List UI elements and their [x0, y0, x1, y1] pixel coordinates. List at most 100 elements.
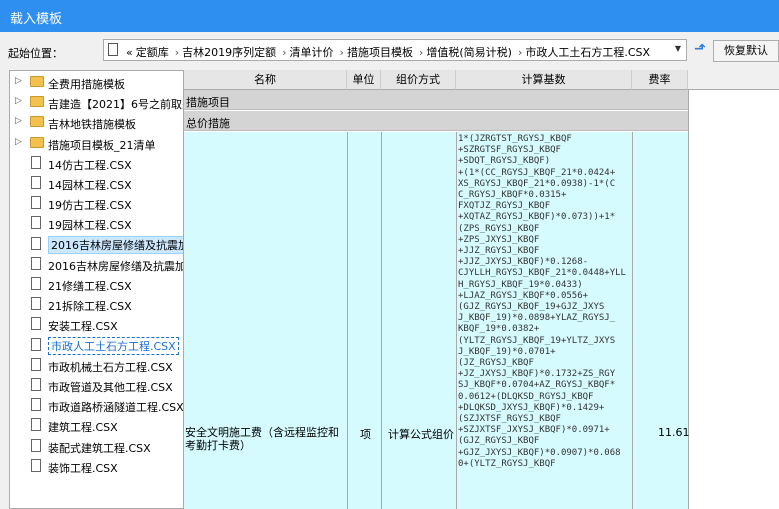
file-icon — [31, 196, 41, 210]
file-icon — [31, 398, 41, 412]
file-icon — [31, 458, 41, 472]
section-label: 措施项目 — [186, 96, 230, 109]
col-header-unit[interactable]: 单位 — [347, 70, 381, 90]
tree-folder[interactable]: ▷ 吉林地铁措施模板 — [10, 113, 183, 132]
section-label: 总价措施 — [186, 117, 230, 130]
file-icon — [31, 256, 41, 270]
path-bar: 起始位置： «定额库 › 吉林2019序列定额 › 清单计价 › 措施项目模板 › 增值税(简易… — [0, 32, 779, 70]
title-bar: 载入模板 — [0, 0, 779, 32]
expand-arrow-icon[interactable]: ▷ — [15, 76, 22, 86]
expand-arrow-icon[interactable]: ▷ — [15, 137, 22, 147]
tree-item-label: 19仿古工程.CSX — [48, 199, 132, 213]
tree-item-label: 市政机械土石方工程.CSX — [48, 360, 173, 374]
tree-file[interactable]: 2016吉林房屋修缮及抗震加固 — [10, 235, 183, 254]
item-name-cell[interactable]: 安全文明施工费（含远程监控和考勤打卡费） — [185, 426, 345, 452]
rate-cell[interactable]: 11.61 — [658, 426, 690, 439]
tree-file[interactable]: 装饰工程.CSX — [10, 457, 183, 475]
tree-file[interactable]: 19仿古工程.CSX — [10, 194, 183, 213]
expand-arrow-icon[interactable]: ▷ — [15, 116, 22, 126]
table-row[interactable]: 总价措施 — [184, 111, 688, 131]
chevron-down-icon[interactable]: ▼ — [675, 44, 681, 53]
tree-folder[interactable]: ▷ 全费用措施模板 — [10, 73, 183, 91]
file-icon — [31, 357, 41, 371]
tree-item-label: 19园林工程.CSX — [48, 219, 132, 233]
folder-icon — [30, 116, 44, 128]
formula-cell[interactable]: 1*(JZRGTST_RGYSJ_KBQF +SZRGTSF_RGYSJ_KBQ… — [458, 134, 638, 509]
tree-file[interactable]: 市政管道及其他工程.CSX — [10, 376, 183, 394]
tree-file[interactable]: 建筑工程.CSX — [10, 416, 183, 435]
tree-item-label: 14仿古工程.CSX — [48, 158, 132, 172]
breadcrumb-overflow[interactable]: « — [126, 46, 133, 59]
restore-default-button[interactable]: 恢复默认 — [713, 40, 779, 62]
table-row[interactable]: 措施项目 — [184, 90, 688, 110]
breadcrumb-item[interactable]: 清单计价 — [290, 46, 334, 59]
unit-cell[interactable]: 项 — [360, 426, 371, 442]
window-title: 载入模板 — [10, 12, 63, 27]
tree-item-label: 市政人工土石方工程.CSX — [48, 336, 179, 355]
tree-item-label: 装饰工程.CSX — [48, 461, 118, 475]
tree-item-label: 21修缮工程.CSX — [48, 280, 132, 293]
tree-folder[interactable]: ▷ 措施项目模板_21清单 — [10, 134, 183, 152]
tree-item-label: 装配式建筑工程.CSX — [48, 441, 151, 455]
tree-item-label: 安装工程.CSX — [48, 320, 118, 334]
tree-file[interactable]: 2016吉林房屋修缮及抗震加固 — [10, 255, 183, 273]
tree-file[interactable]: 安装工程.CSX — [10, 315, 183, 334]
tree-item-label: 全费用措施模板 — [48, 78, 125, 91]
col-header-rate[interactable]: 费率 — [632, 70, 688, 90]
breadcrumb-item[interactable]: 市政人工土石方工程.CSX — [525, 46, 650, 59]
tree-file[interactable]: 14仿古工程.CSX — [10, 154, 183, 172]
tree-item-label: 21拆除工程.CSX — [48, 300, 132, 314]
tree-file[interactable]: 21拆除工程.CSX — [10, 295, 183, 314]
breadcrumb-item[interactable]: 吉林2019序列定额 — [182, 46, 276, 59]
breadcrumb-separator: › — [517, 46, 523, 59]
tree-file[interactable]: 装配式建筑工程.CSX — [10, 437, 183, 455]
tree-item-label: 市政管道及其他工程.CSX — [48, 381, 173, 394]
file-icon — [31, 277, 41, 290]
file-icon — [31, 438, 41, 452]
header-filler — [688, 70, 779, 90]
breadcrumb-item[interactable]: 措施项目模板 — [347, 46, 413, 59]
expand-arrow-icon[interactable]: ▷ — [15, 96, 22, 106]
breadcrumb-separator: › — [174, 46, 180, 59]
file-icon — [31, 337, 41, 351]
file-icon — [31, 378, 41, 391]
breadcrumb-item[interactable]: 增值税(简易计税) — [426, 46, 512, 59]
folder-icon — [30, 76, 44, 87]
col-header-base[interactable]: 计算基数 — [456, 70, 632, 90]
file-icon — [31, 236, 41, 250]
breadcrumb-item[interactable]: 定额库 — [136, 46, 169, 59]
start-location-label: 起始位置： — [8, 47, 63, 60]
address-field[interactable]: «定额库 › 吉林2019序列定额 › 清单计价 › 措施项目模板 › 增值税(简易计税) › 市政… — [103, 39, 687, 61]
tree-file[interactable]: 19园林工程.CSX — [10, 214, 183, 233]
file-icon — [31, 297, 41, 311]
tree-folder[interactable]: ▷ 吉建造【2021】6号之前取费 — [10, 93, 184, 112]
tree-file[interactable]: 21修缮工程.CSX — [10, 275, 183, 293]
col-header-name[interactable]: 名称 — [184, 70, 347, 90]
folder-icon — [30, 96, 44, 108]
tree-item-label: 建筑工程.CSX — [48, 421, 118, 435]
breadcrumb-separator: › — [339, 46, 344, 59]
template-table: 名称 单位 组价方式 计算基数 费率 措施项目 总价措施 安全文明施工费（含远程… — [184, 70, 779, 509]
up-folder-icon[interactable]: ⬏ — [694, 41, 706, 57]
tree-item-label: 吉林地铁措施模板 — [48, 118, 136, 132]
file-icon — [31, 155, 41, 169]
template-tree[interactable]: ▷ 全费用措施模板 ▷ 吉建造【2021】6号之前取费 ▷ 吉林地铁措施模板 ▷ 措施项目模板… — [9, 70, 184, 509]
method-cell[interactable]: 计算公式组价 — [388, 426, 454, 442]
tree-item-label: 2016吉林房屋修缮及抗震加固 — [48, 235, 183, 254]
file-icon — [31, 317, 41, 331]
tree-file[interactable]: 市政道路桥涵隧道工程.CSX — [10, 396, 183, 414]
tree-file[interactable]: 市政机械土石方工程.CSX — [10, 356, 183, 374]
breadcrumb-separator: › — [282, 46, 287, 59]
tree-item-label: 14园林工程.CSX — [48, 179, 132, 192]
document-icon — [108, 43, 118, 56]
tree-file[interactable]: 14园林工程.CSX — [10, 174, 183, 192]
tree-item-label: 吉建造【2021】6号之前取费 — [48, 98, 184, 112]
file-icon — [31, 176, 41, 189]
file-icon — [31, 216, 41, 230]
folder-icon — [30, 136, 44, 148]
file-icon — [31, 418, 41, 432]
column-divider — [688, 90, 689, 509]
tree-file[interactable]: 市政人工土石方工程.CSX — [10, 336, 183, 355]
tree-item-label: 措施项目模板_21清单 — [48, 138, 156, 152]
col-header-method[interactable]: 组价方式 — [381, 70, 456, 90]
